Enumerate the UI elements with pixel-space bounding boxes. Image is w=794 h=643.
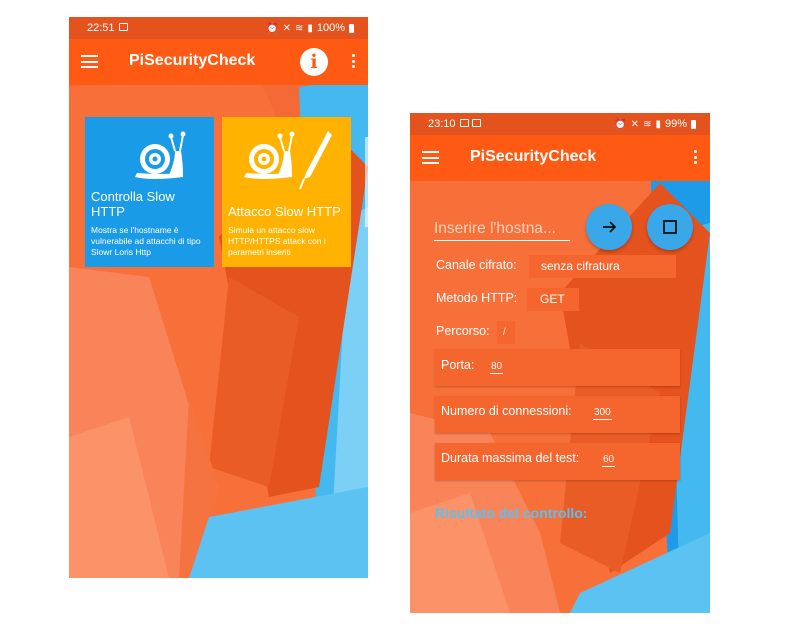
material-wallpaper <box>69 17 368 578</box>
card-description: Simula un attacco slow HTTP/HTTPS attack… <box>228 225 326 257</box>
signal-icon: ▮ <box>655 118 661 130</box>
card-title: Controlla Slow HTTP <box>91 189 175 219</box>
card-attack-slow-http[interactable]: Attacco Slow HTTP Simula un attacco slow… <box>222 117 351 267</box>
path-input[interactable]: / <box>497 321 515 344</box>
menu-icon[interactable] <box>81 55 98 68</box>
arrow-right-icon <box>603 221 617 233</box>
status-icons: ⏰ ✕ ≋ ▮ 100% <box>266 22 354 34</box>
wifi-icon: ≋ <box>643 118 652 130</box>
channel-label: Canale cifrato: <box>436 258 517 272</box>
method-value: GET <box>540 292 565 306</box>
duration-row: Durata massima del test: 60 <box>435 443 680 480</box>
duration-label: Durata massima del test: <box>441 451 580 465</box>
card-check-slow-http[interactable]: Controlla Slow HTTP Mostra se l'hostname… <box>85 117 214 267</box>
alarm-icon: ⏰ <box>614 118 627 130</box>
pen-icon <box>299 131 332 190</box>
hostname-placeholder: Inserire l'hostna... <box>434 220 556 237</box>
app-title: PiSecurityCheck <box>470 148 597 165</box>
port-label: Porta: <box>441 358 475 372</box>
info-icon[interactable]: i <box>300 48 328 76</box>
notification-icon <box>119 23 128 31</box>
battery-icon <box>691 119 696 129</box>
more-vert-icon[interactable] <box>694 150 698 167</box>
app-bar: PiSecurityCheck <box>410 135 710 181</box>
card-title: Attacco Slow HTTP <box>228 204 341 219</box>
status-time: 23:10 <box>428 118 456 130</box>
status-time: 22:51 <box>87 22 115 34</box>
method-select[interactable]: GET <box>527 288 579 311</box>
start-button[interactable] <box>586 204 632 250</box>
duration-input[interactable]: 60 <box>602 454 616 467</box>
status-bar: 23:10 ⏰ ✕ ≋ ▮ 99% <box>410 113 710 135</box>
battery-percent: 100% <box>316 22 345 34</box>
result-label: Risultato del controllo: <box>435 505 588 521</box>
notification-icon <box>460 119 469 127</box>
channel-select[interactable]: senza cifratura <box>529 255 676 278</box>
scroll-indicator <box>365 137 368 227</box>
battery-icon <box>349 23 354 33</box>
channel-value: senza cifratura <box>541 259 620 273</box>
status-bar: 22:51 ⏰ ✕ ≋ ▮ 100% <box>69 17 368 39</box>
snail-icon <box>135 131 186 179</box>
menu-icon[interactable] <box>422 151 439 164</box>
hostname-input[interactable]: Inserire l'hostna... <box>434 220 570 241</box>
card-description: Mostra se l'hostname è vulnerabile ad at… <box>91 225 201 257</box>
app-title: PiSecurityCheck <box>129 52 256 69</box>
notification-icon <box>472 119 481 127</box>
wifi-icon: ≋ <box>294 22 304 34</box>
mute-icon: ✕ <box>630 118 640 130</box>
stop-square-icon <box>663 220 677 234</box>
phone-screen-attack: 23:10 ⏰ ✕ ≋ ▮ 99% PiSecurityCheck Inseri… <box>410 113 710 613</box>
snail-icon <box>244 131 295 179</box>
signal-icon: ▮ <box>307 22 313 34</box>
phone-screen-home: 22:51 ⏰ ✕ ≋ ▮ 100% PiSecurityCheck i Con… <box>69 17 368 578</box>
connections-input[interactable]: 300 <box>593 407 612 420</box>
connections-row: Numero di connessioni: 300 <box>435 396 680 433</box>
battery-percent: 99% <box>664 118 687 130</box>
path-label: Percorso: <box>436 324 490 338</box>
status-icons: ⏰ ✕ ≋ ▮ 99% <box>614 118 696 130</box>
mute-icon: ✕ <box>282 22 291 34</box>
stop-button[interactable] <box>647 204 693 250</box>
method-label: Metodo HTTP: <box>436 291 518 305</box>
port-input[interactable]: 80 <box>490 361 504 374</box>
connections-label: Numero di connessioni: <box>441 404 572 418</box>
more-vert-icon[interactable] <box>352 54 356 71</box>
app-bar: PiSecurityCheck i <box>69 39 368 85</box>
alarm-icon: ⏰ <box>266 22 279 34</box>
port-row: Porta: 80 <box>435 349 680 386</box>
path-value: / <box>503 327 506 338</box>
